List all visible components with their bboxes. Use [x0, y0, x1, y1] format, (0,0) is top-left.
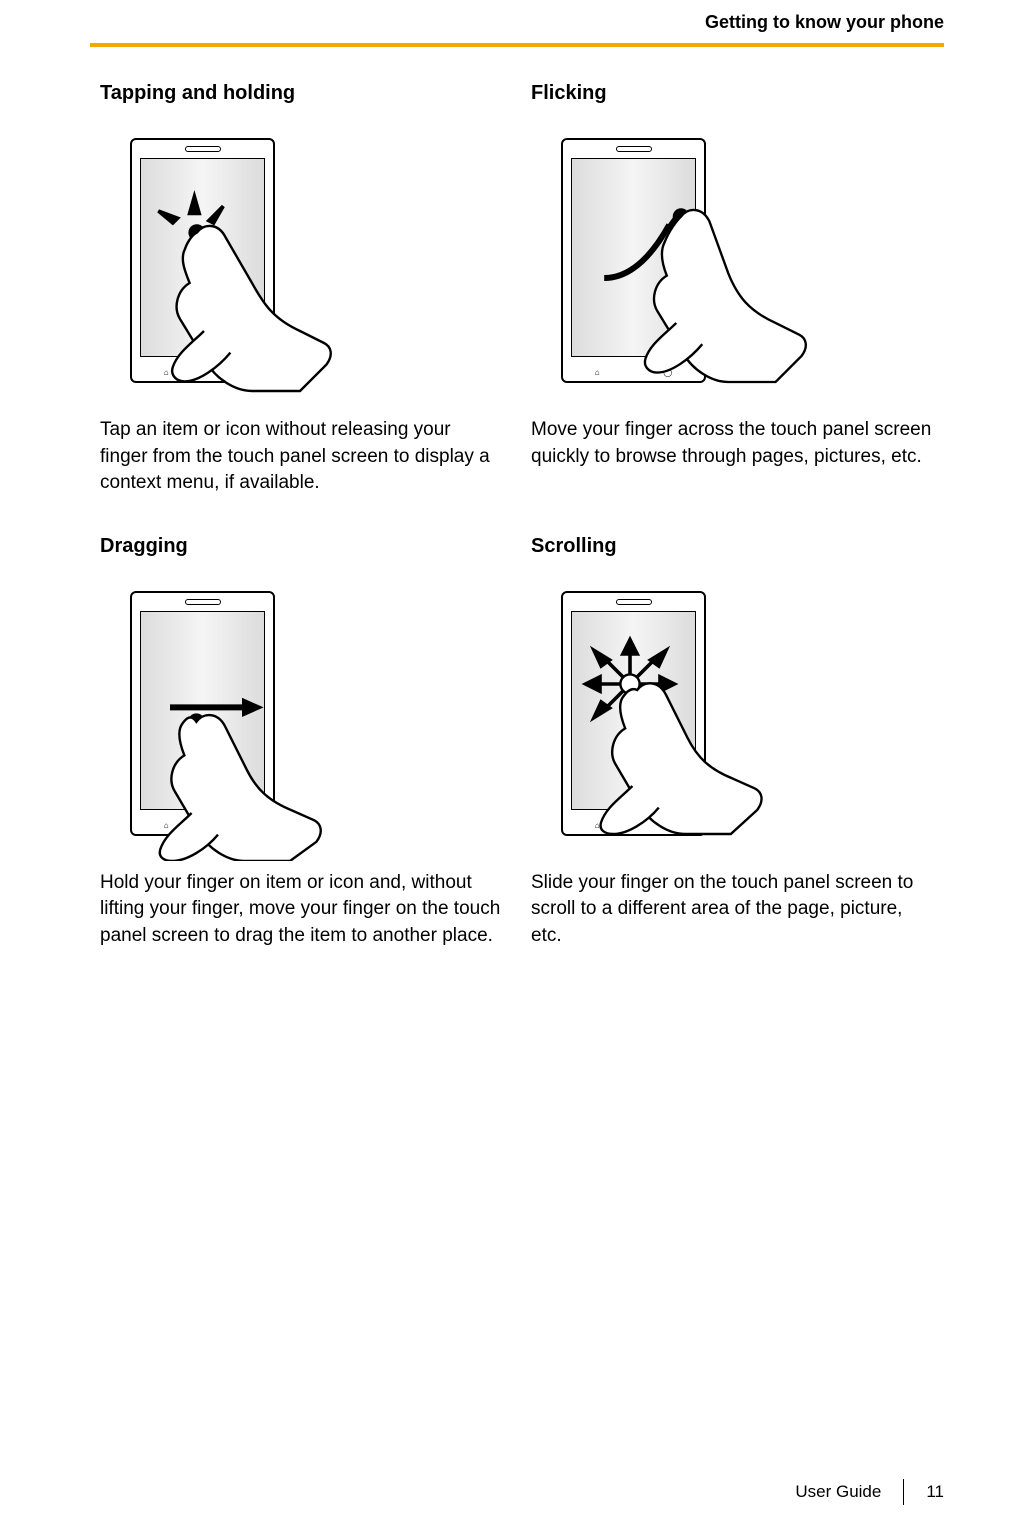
hand-tap-icon [120, 163, 360, 403]
section-scrolling: Scrolling ⌂◯ [531, 535, 934, 988]
footer-divider [903, 1479, 904, 1505]
section-flicking: Flicking ⌂◯ [531, 82, 934, 535]
dragging-illustration: ⌂◯ [100, 586, 390, 836]
flicking-illustration: ⌂◯ [531, 133, 821, 383]
tap-hold-illustration: ⌂◯ [100, 133, 390, 383]
scrolling-illustration: ⌂◯ [531, 586, 821, 836]
section-description: Slide your finger on the touch panel scr… [531, 870, 934, 950]
page-content: Tapping and holding ⌂◯ [0, 82, 1034, 988]
section-title: Tapping and holding [100, 82, 503, 105]
section-title: Scrolling [531, 535, 934, 558]
hand-flick-icon [551, 158, 811, 398]
page-footer: User Guide 11 [795, 1479, 944, 1505]
section-tap-hold: Tapping and holding ⌂◯ [100, 82, 503, 535]
page-header-title: Getting to know your phone [90, 12, 944, 43]
section-description: Hold your finger on item or icon and, wi… [100, 870, 503, 950]
hand-drag-icon [110, 621, 350, 861]
section-description: Tap an item or icon without releasing yo… [100, 417, 503, 497]
header-rule [90, 43, 944, 47]
section-dragging: Dragging ⌂◯ [100, 535, 503, 988]
hand-scroll-icon [546, 606, 786, 846]
section-title: Dragging [100, 535, 503, 558]
footer-guide-label: User Guide [795, 1482, 881, 1502]
section-title: Flicking [531, 82, 934, 105]
footer-page-number: 11 [926, 1482, 944, 1502]
section-description: Move your finger across the touch panel … [531, 417, 934, 470]
